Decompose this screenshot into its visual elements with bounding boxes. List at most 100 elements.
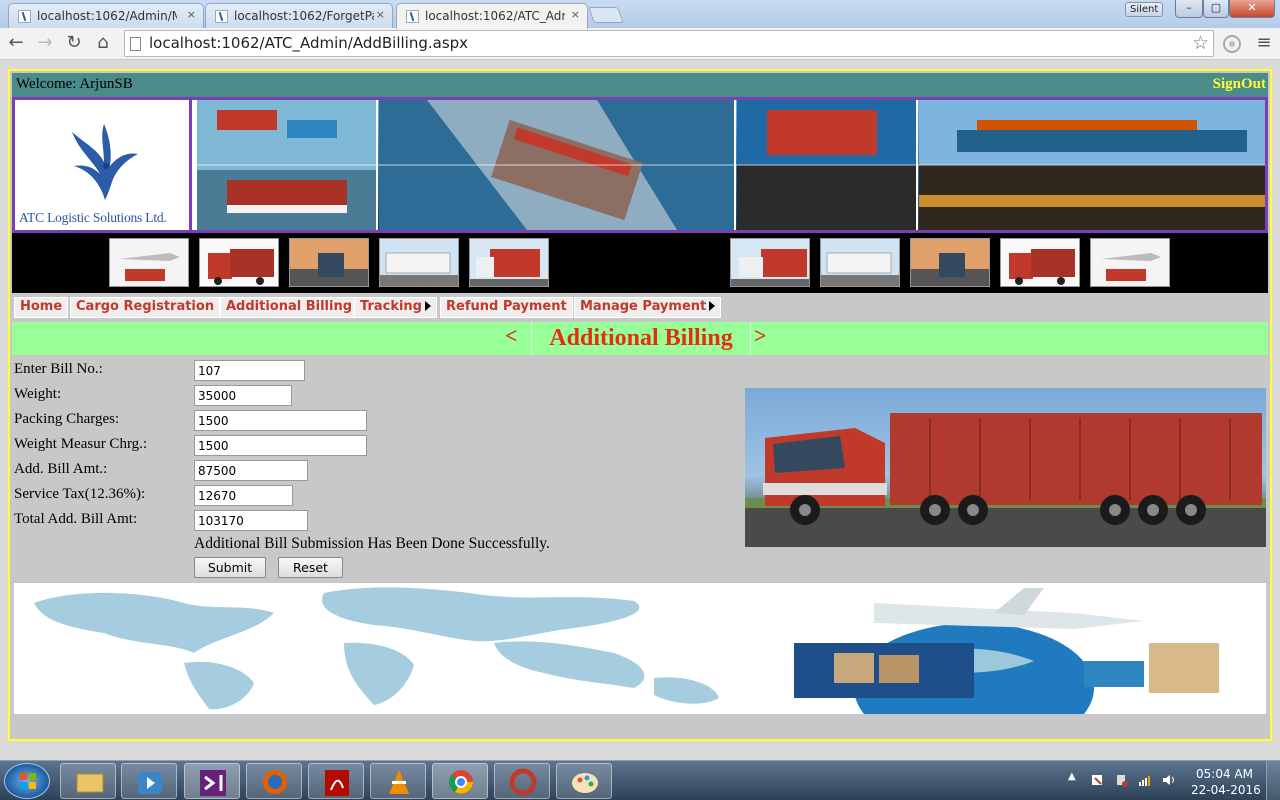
reload-icon[interactable]: ↻ xyxy=(62,32,86,56)
tab-label: localhost:1062/ForgetPass xyxy=(234,9,374,23)
home-icon[interactable]: ⌂ xyxy=(91,32,115,56)
header-banner: ATC Logistic Solutions Ltd. xyxy=(12,97,1268,233)
airplane-cargo-thumbnail xyxy=(109,238,189,287)
extension-icon[interactable] xyxy=(1222,34,1242,54)
tab-label: localhost:1062/ATC_Admin xyxy=(425,9,565,23)
acrobat-icon[interactable] xyxy=(308,763,364,799)
submit-button[interactable]: Submit xyxy=(194,557,266,578)
silent-badge: Silent xyxy=(1125,2,1164,17)
ccleaner-icon[interactable] xyxy=(494,763,550,799)
page-title: Additional Billing xyxy=(531,322,751,355)
window-close-button[interactable]: ✕ xyxy=(1229,0,1275,18)
minimize-button[interactable]: – xyxy=(1175,0,1203,18)
paint-icon[interactable] xyxy=(556,763,612,799)
weight-label: Weight: xyxy=(14,386,62,402)
submenu-arrow-icon xyxy=(709,301,716,311)
url-text[interactable]: localhost:1062/ATC_Admin/AddBilling.aspx xyxy=(149,34,468,52)
page-icon xyxy=(130,37,141,51)
white-truck-thumbnail xyxy=(379,238,459,287)
tab-close-icon[interactable]: × xyxy=(187,8,196,21)
next-chevron[interactable]: > xyxy=(754,323,767,349)
tab-close-icon[interactable]: × xyxy=(571,8,580,21)
bill-no-label: Enter Bill No.: xyxy=(14,361,103,377)
bookmark-star-icon[interactable]: ☆ xyxy=(1192,32,1209,54)
browser-titlebar: localhost:1062/Admin/Ma × localhost:1062… xyxy=(0,0,1280,29)
start-button[interactable] xyxy=(4,763,50,799)
airplane-cargo-thumbnail xyxy=(1090,238,1170,287)
success-message: Additional Bill Submission Has Been Done… xyxy=(194,535,550,552)
page-favicon-icon xyxy=(406,10,419,23)
red-truck-thumbnail xyxy=(730,238,810,287)
page-heading-bar: < Additional Billing > xyxy=(12,322,1268,355)
clock-time[interactable]: 05:04 AM xyxy=(1196,767,1253,781)
volume-icon[interactable] xyxy=(1162,773,1176,787)
truck-sunset-thumbnail xyxy=(910,238,990,287)
page-container: Welcome: ArjunSB SignOut ATC Logistic So… xyxy=(8,69,1272,741)
menu-item-refund-payment[interactable]: Refund Payment xyxy=(440,297,573,318)
world-logistics-banner xyxy=(14,583,1266,714)
signout-link[interactable]: SignOut xyxy=(1213,76,1266,93)
back-icon[interactable]: ← xyxy=(4,32,28,56)
browser-toolbar: ← → ↻ ⌂ localhost:1062/ATC_Admin/AddBill… xyxy=(0,28,1280,60)
file-explorer-icon[interactable] xyxy=(60,763,116,799)
windows-logo-icon xyxy=(20,773,36,789)
packing-charges-input[interactable] xyxy=(194,410,367,431)
menu-item-label: Tracking xyxy=(360,299,422,314)
chrome-icon[interactable] xyxy=(432,763,488,799)
red-truck-thumbnail xyxy=(199,238,279,287)
service-tax-input[interactable] xyxy=(194,485,293,506)
media-player-icon[interactable] xyxy=(121,763,177,799)
address-bar[interactable]: localhost:1062/ATC_Admin/AddBilling.aspx… xyxy=(124,30,1214,57)
total-add-bill-amount-label: Total Add. Bill Amt: xyxy=(14,511,138,527)
menu-item-home[interactable]: Home xyxy=(14,297,69,318)
menu-item-label: Home xyxy=(20,299,63,314)
menu-item-manage-payment[interactable]: Manage Payment xyxy=(574,297,722,318)
page-favicon-icon xyxy=(18,10,31,23)
logo-text: ATC Logistic Solutions Ltd. xyxy=(19,210,167,225)
tab-close-icon[interactable]: × xyxy=(376,8,385,21)
bill-no-input[interactable] xyxy=(194,360,305,381)
red-truck-photo xyxy=(745,388,1266,547)
red-truck-thumbnail xyxy=(469,238,549,287)
visual-studio-icon[interactable] xyxy=(184,763,240,799)
service-tax-label: Service Tax(12.36%): xyxy=(14,486,146,502)
menu-item-tracking[interactable]: Tracking xyxy=(354,297,437,318)
menu-item-label: Manage Payment xyxy=(580,299,707,314)
network-icon[interactable] xyxy=(1138,773,1152,787)
add-bill-amount-input[interactable] xyxy=(194,460,308,481)
reset-button[interactable]: Reset xyxy=(278,557,343,578)
clock-date[interactable]: 22-04-2016 xyxy=(1191,783,1261,797)
total-add-bill-amount-input[interactable] xyxy=(194,510,308,531)
previous-chevron[interactable]: < xyxy=(505,323,518,349)
menu-item-label: Cargo Registration xyxy=(76,299,215,314)
add-bill-amount-label: Add. Bill Amt.: xyxy=(14,461,108,477)
new-tab-button[interactable] xyxy=(588,7,624,23)
tray-expand-icon[interactable]: ▲ xyxy=(1068,771,1076,782)
weight-measure-charge-input[interactable] xyxy=(194,435,367,456)
menu-item-cargo-registration[interactable]: Cargo Registration xyxy=(70,297,221,318)
weight-input[interactable] xyxy=(194,385,292,406)
submenu-arrow-icon xyxy=(425,301,431,311)
forward-icon[interactable]: → xyxy=(33,32,57,56)
browser-tab-add-billing[interactable]: localhost:1062/ATC_Admin × xyxy=(396,3,588,29)
company-logo: ATC Logistic Solutions Ltd. xyxy=(15,100,192,230)
action-center-icon[interactable] xyxy=(1090,773,1104,787)
welcome-text: Welcome: ArjunSB xyxy=(16,76,133,92)
maximize-button[interactable]: ▢ xyxy=(1203,0,1229,18)
eagle-logo-icon xyxy=(72,124,138,200)
browser-tab-forget-pass[interactable]: localhost:1062/ForgetPass × xyxy=(205,3,393,28)
device-icon[interactable] xyxy=(1114,773,1128,787)
show-desktop-button[interactable] xyxy=(1266,761,1280,800)
packing-charges-label: Packing Charges: xyxy=(14,411,120,427)
weight-measure-charge-label: Weight Measur Chrg.: xyxy=(14,436,148,452)
firefox-icon[interactable] xyxy=(246,763,302,799)
white-truck-thumbnail xyxy=(820,238,900,287)
tab-label: localhost:1062/Admin/Ma xyxy=(37,9,177,23)
red-truck-thumbnail xyxy=(1000,238,1080,287)
vehicle-thumbnail-strip xyxy=(12,233,1268,293)
page-favicon-icon xyxy=(215,10,228,23)
vlc-icon[interactable] xyxy=(370,763,426,799)
chrome-menu-icon[interactable]: ≡ xyxy=(1252,32,1276,56)
browser-tab-admin-manage[interactable]: localhost:1062/Admin/Ma × xyxy=(8,3,204,28)
menu-item-additional-billing[interactable]: Additional Billing xyxy=(220,297,359,318)
